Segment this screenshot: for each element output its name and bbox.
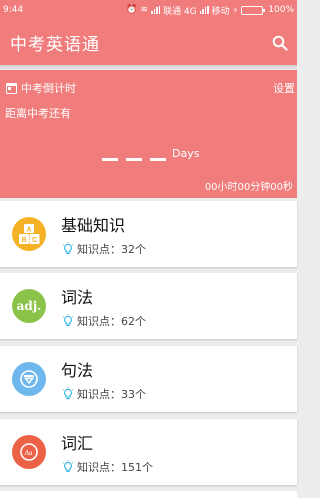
svg-text:Aa: Aa [24, 449, 33, 457]
search-icon[interactable] [272, 35, 288, 51]
topic-name: 基础知识 [61, 216, 126, 235]
next-card-edge [0, 491, 297, 498]
lightbulb-icon [62, 314, 74, 327]
calendar-icon [6, 82, 17, 94]
dash [150, 158, 166, 161]
battery-level: 100% [268, 5, 294, 15]
dash [126, 158, 142, 161]
abc-blocks-icon: A B C [12, 217, 46, 251]
dash [102, 158, 118, 161]
svg-text:C: C [32, 237, 37, 244]
lightbulb-icon [62, 242, 74, 255]
topic-meta-text: 知识点：33个 [77, 388, 146, 401]
adj-icon: adj. [12, 289, 46, 323]
countdown-header: 中考倒计时 [6, 80, 76, 96]
svg-text:A: A [26, 227, 31, 234]
vocabulary-icon: Aa [12, 435, 46, 469]
wifi-icon: ≋ [140, 5, 149, 15]
carrier-2: 移动 [211, 6, 230, 17]
countdown-subtitle: 距离中考还有 [5, 107, 71, 120]
topic-card-syntax[interactable]: 句法 知识点：33个 [0, 346, 297, 412]
topic-meta-text: 知识点：151个 [77, 461, 153, 474]
countdown-card: 中考倒计时 设置 距离中考还有 Days 00小时00分钟00秒 [0, 70, 297, 198]
charging-icon: ⚡ [232, 5, 239, 15]
signal-icon-2 [199, 6, 209, 14]
days-value-placeholder [102, 158, 166, 161]
topic-card-morphology[interactable]: adj. 词法 知识点：62个 [0, 273, 297, 339]
app-title: 中考英语通 [10, 35, 100, 55]
topic-card-vocabulary[interactable]: Aa 词汇 知识点：151个 [0, 419, 297, 485]
topic-name: 句法 [61, 361, 94, 380]
topic-name: 词法 [61, 288, 94, 307]
carrier-1: 联通 4G [163, 6, 197, 17]
signal-icon [151, 6, 161, 14]
alarm-icon: ⏰ [126, 5, 138, 15]
topic-meta-text: 知识点：32个 [77, 243, 146, 256]
battery-icon [241, 5, 266, 15]
topic-meta: 知识点：33个 [61, 386, 146, 402]
svg-text:B: B [21, 237, 26, 244]
lightbulb-icon [62, 387, 74, 400]
lightbulb-icon [62, 460, 74, 473]
app-bar: 中考英语通 [0, 20, 297, 65]
topic-meta: 知识点：32个 [61, 241, 146, 257]
topic-name: 词汇 [61, 434, 94, 453]
time-remaining: 00小时00分钟00秒 [204, 182, 293, 193]
topic-meta-text: 知识点：62个 [77, 315, 146, 328]
settings-button[interactable]: 设置 [273, 80, 295, 96]
topic-meta: 知识点：151个 [61, 459, 153, 475]
status-time: 9:44 [3, 5, 24, 15]
status-bar: 9:44 ⏰ ≋ 联通 4G 移动 ⚡ 100% [0, 0, 297, 20]
days-label: Days [172, 147, 200, 160]
countdown-title: 中考倒计时 [21, 82, 76, 95]
sentence-icon [12, 362, 46, 396]
topic-card-basics[interactable]: A B C 基础知识 知识点：32个 [0, 201, 297, 267]
topic-meta: 知识点：62个 [61, 313, 146, 329]
